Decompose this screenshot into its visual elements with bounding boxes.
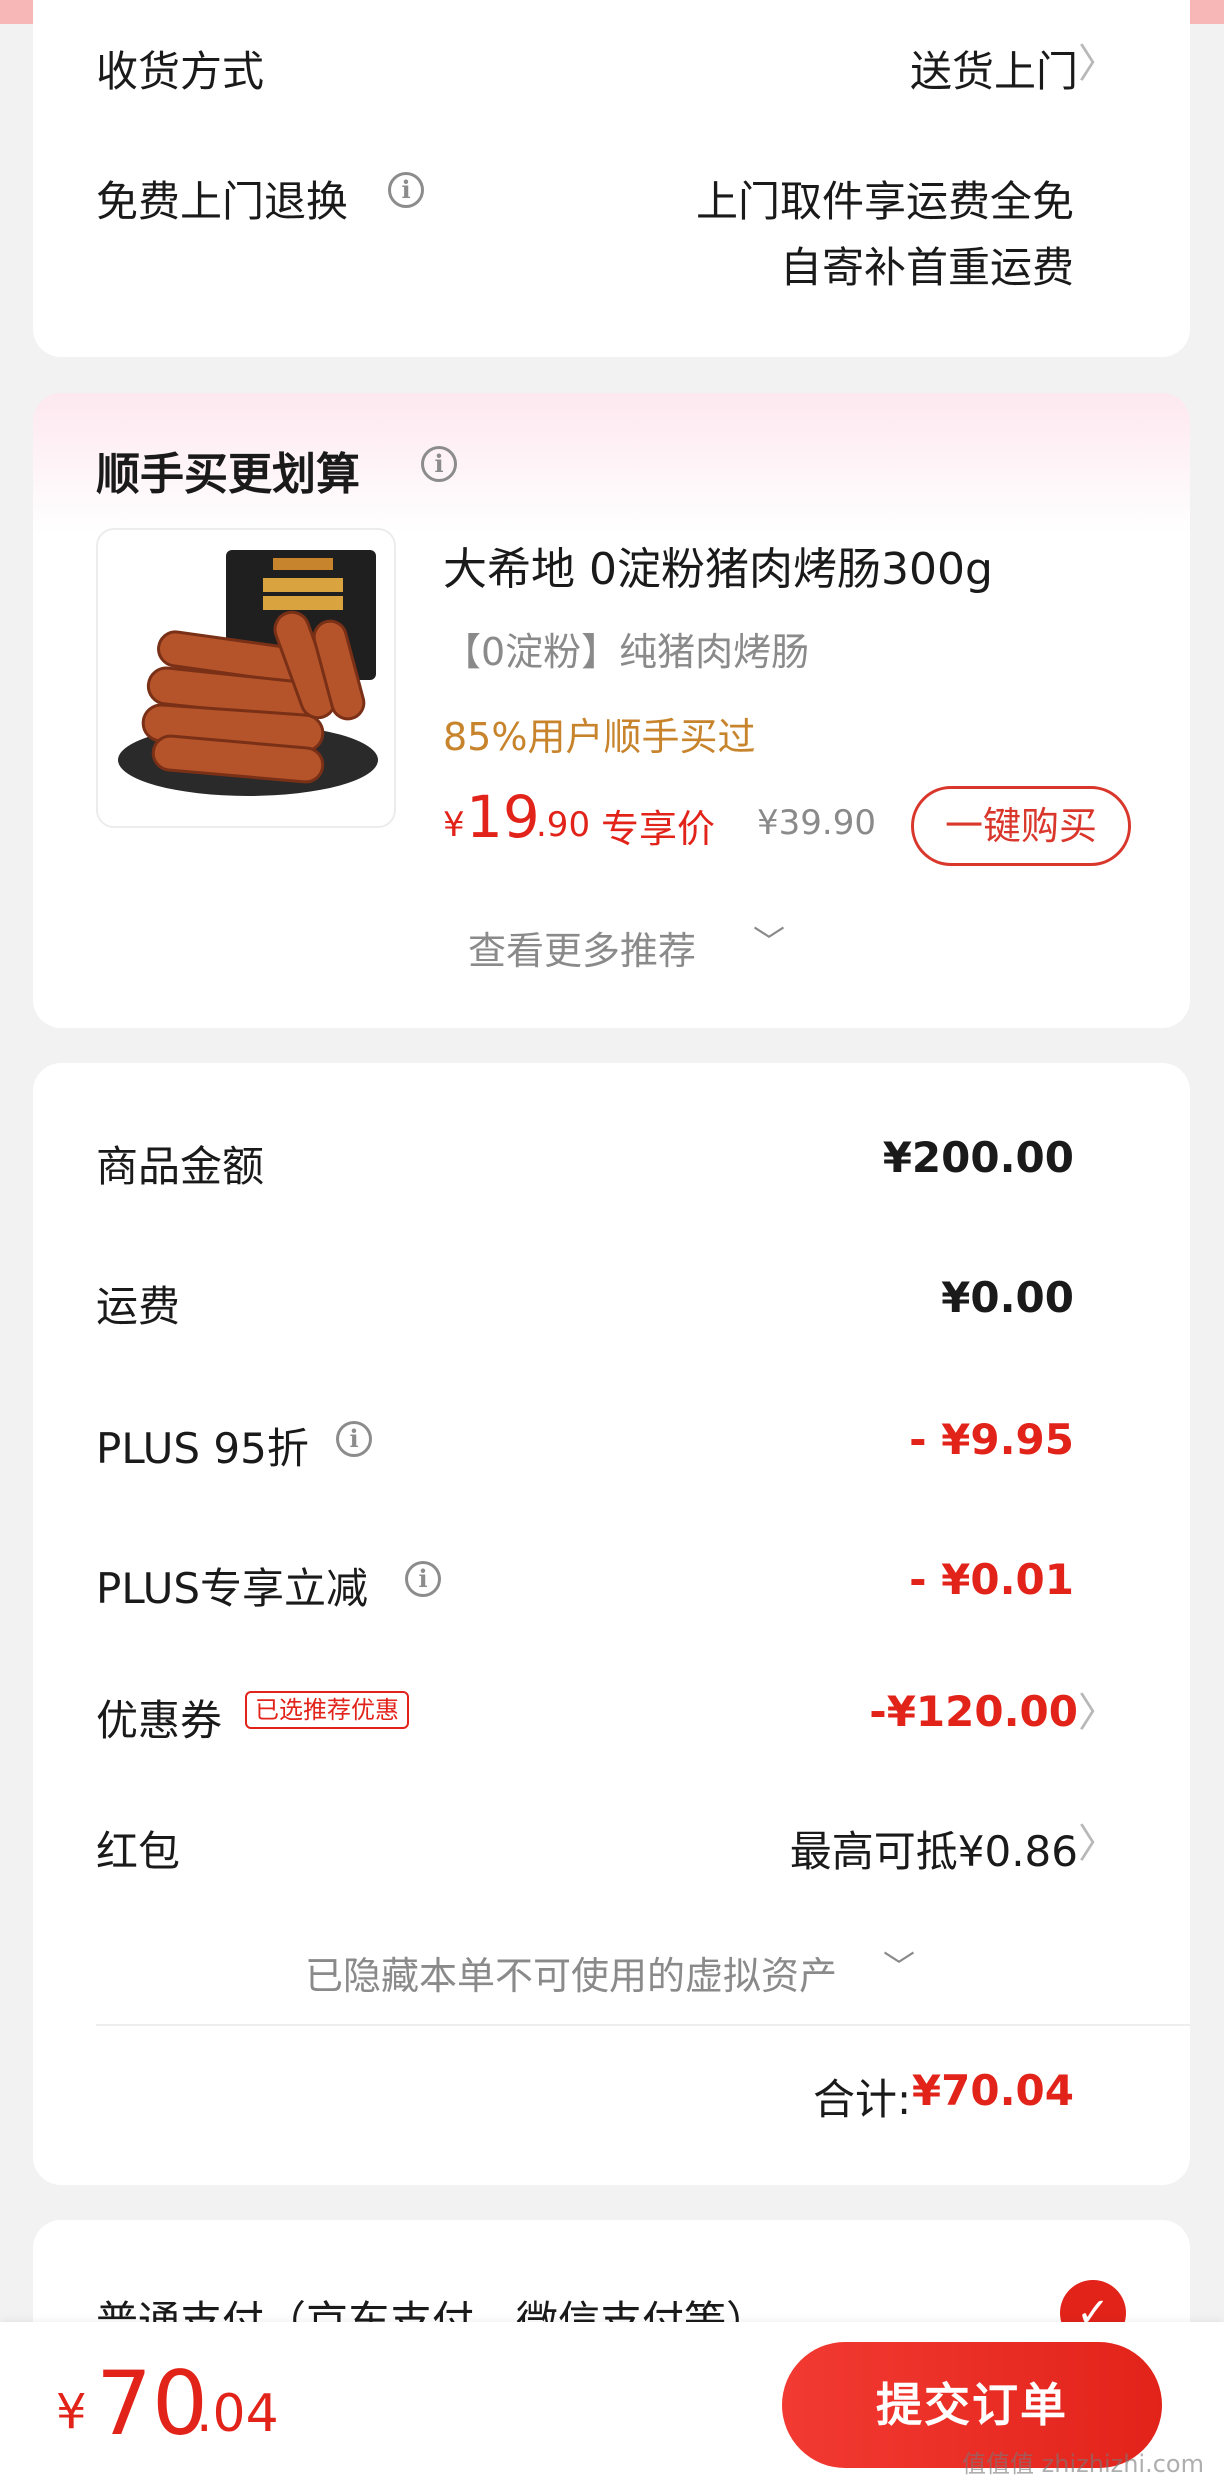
shipping-label: 运费 [96,1282,181,1331]
chevron-right-icon[interactable]: 〉 [1078,1824,1118,1864]
price-integer: 19 [466,783,540,851]
recommend-title: 顺手买更划算 [96,449,360,500]
one-click-buy-button[interactable]: 一键购买 [911,786,1131,866]
chevron-down-icon[interactable]: ﹀ [883,1942,915,1988]
watermark: 值值值 zhizhizhi.com [962,2450,1204,2478]
original-price: ¥39.90 [757,803,876,843]
info-icon[interactable]: i [388,172,424,208]
price-tag: 专享价 [601,807,716,851]
more-recommend-link[interactable]: 查看更多推荐 [468,920,696,975]
bottom-currency: ¥ [56,2384,87,2440]
price-decimal: .90 [536,805,591,845]
divider [96,2024,1190,2026]
coupon-value[interactable]: -¥120.00 [869,1687,1078,1736]
info-icon[interactable]: i [405,1561,441,1597]
chevron-down-icon[interactable]: ﹀ [753,917,785,963]
plus-discount-value: - ¥9.95 [909,1415,1074,1464]
product-image[interactable] [96,528,396,828]
plus-reduce-label: PLUS专享立减 [96,1564,369,1613]
price-symbol: ¥ [443,805,465,845]
info-icon[interactable]: i [336,1421,372,1457]
free-return-value-line1: 上门取件享运费全免 [695,177,1074,226]
plus-discount-label: PLUS 95折 [96,1424,309,1473]
info-icon[interactable]: i [421,446,457,482]
red-packet-label: 红包 [96,1827,181,1876]
recommend-card: 顺手买更划算 i 大希地 0淀粉猪肉烤肠300g 【0淀粉】纯猪肉烤肠 85%用… [33,393,1190,1028]
red-packet-value[interactable]: 最高可抵¥0.86 [790,1818,1078,1879]
total-label: 合计: [813,2075,912,2124]
total-value: ¥70.04 [911,2066,1074,2115]
plus-reduce-value: - ¥0.01 [909,1555,1074,1604]
product-name[interactable]: 大希地 0淀粉猪肉烤肠300g [443,533,993,597]
chevron-right-icon[interactable]: 〉 [1078,1693,1118,1733]
product-social-proof: 85%用户顺手买过 [443,715,756,759]
coupon-recommended-badge: 已选推荐优惠 [245,1691,409,1729]
bottom-total-decimal: .04 [196,2384,279,2444]
delivery-method-value[interactable]: 送货上门 [910,38,1078,99]
free-return-label: 免费上门退换 [96,177,349,226]
checkout-bar: ¥ 70 .04 提交订单 值值值 zhizhizhi.com [0,2322,1224,2489]
bottom-total-integer: 70 [96,2352,208,2455]
product-subtitle: 【0淀粉】纯猪肉烤肠 [443,630,810,674]
coupon-label: 优惠券 [96,1696,223,1745]
chevron-right-icon[interactable]: 〉 [1078,44,1118,84]
delivery-method-label: 收货方式 [96,47,265,96]
shipping-value: ¥0.00 [941,1273,1074,1322]
goods-amount-value: ¥200.00 [882,1133,1074,1182]
delivery-card: 收货方式 送货上门 〉 免费上门退换 i 上门取件享运费全免 自寄补首重运费 [33,0,1190,357]
free-return-value-line2: 自寄补首重运费 [779,243,1074,292]
goods-amount-label: 商品金额 [96,1142,265,1191]
hidden-assets-link[interactable]: 已隐藏本单不可使用的虚拟资产 [305,1945,837,2000]
price-summary-card: 商品金额 ¥200.00 运费 ¥0.00 PLUS 95折 i - ¥9.95… [33,1063,1190,2185]
